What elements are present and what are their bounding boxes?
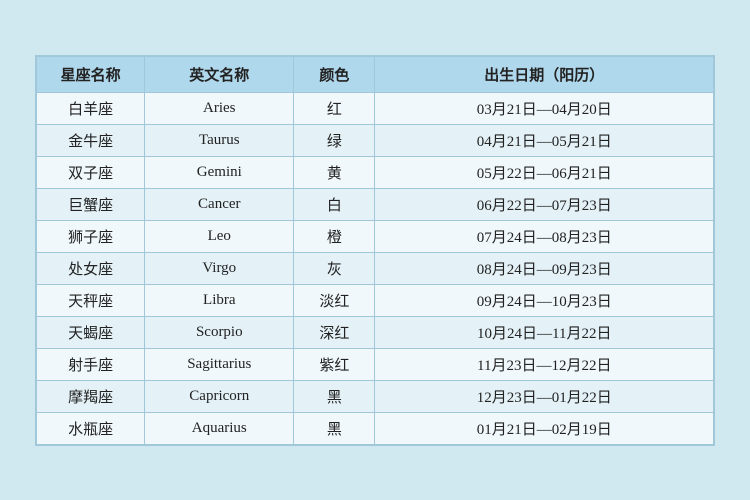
cell-date: 05月22日—06月21日 bbox=[375, 156, 714, 188]
header-date: 出生日期（阳历） bbox=[375, 56, 714, 92]
cell-chinese: 天秤座 bbox=[37, 284, 145, 316]
cell-date: 08月24日—09月23日 bbox=[375, 252, 714, 284]
table-row: 狮子座Leo橙07月24日—08月23日 bbox=[37, 220, 714, 252]
cell-chinese: 处女座 bbox=[37, 252, 145, 284]
cell-chinese: 巨蟹座 bbox=[37, 188, 145, 220]
cell-english: Aries bbox=[145, 92, 294, 124]
cell-color: 黑 bbox=[294, 380, 375, 412]
cell-color: 橙 bbox=[294, 220, 375, 252]
table-header-row: 星座名称 英文名称 颜色 出生日期（阳历） bbox=[37, 56, 714, 92]
cell-english: Capricorn bbox=[145, 380, 294, 412]
cell-color: 白 bbox=[294, 188, 375, 220]
cell-color: 红 bbox=[294, 92, 375, 124]
cell-english: Sagittarius bbox=[145, 348, 294, 380]
header-color: 颜色 bbox=[294, 56, 375, 92]
cell-date: 12月23日—01月22日 bbox=[375, 380, 714, 412]
table-row: 摩羯座Capricorn黑12月23日—01月22日 bbox=[37, 380, 714, 412]
cell-color: 淡红 bbox=[294, 284, 375, 316]
cell-chinese: 双子座 bbox=[37, 156, 145, 188]
cell-english: Virgo bbox=[145, 252, 294, 284]
cell-date: 06月22日—07月23日 bbox=[375, 188, 714, 220]
cell-date: 07月24日—08月23日 bbox=[375, 220, 714, 252]
cell-english: Cancer bbox=[145, 188, 294, 220]
cell-color: 黑 bbox=[294, 412, 375, 444]
table-row: 射手座Sagittarius紫红11月23日—12月22日 bbox=[37, 348, 714, 380]
table-row: 天蝎座Scorpio深红10月24日—11月22日 bbox=[37, 316, 714, 348]
cell-color: 紫红 bbox=[294, 348, 375, 380]
cell-date: 01月21日—02月19日 bbox=[375, 412, 714, 444]
cell-english: Scorpio bbox=[145, 316, 294, 348]
table-row: 处女座Virgo灰08月24日—09月23日 bbox=[37, 252, 714, 284]
cell-date: 04月21日—05月21日 bbox=[375, 124, 714, 156]
cell-chinese: 射手座 bbox=[37, 348, 145, 380]
cell-english: Libra bbox=[145, 284, 294, 316]
cell-chinese: 白羊座 bbox=[37, 92, 145, 124]
table-row: 天秤座Libra淡红09月24日—10月23日 bbox=[37, 284, 714, 316]
table-row: 金牛座Taurus绿04月21日—05月21日 bbox=[37, 124, 714, 156]
cell-chinese: 水瓶座 bbox=[37, 412, 145, 444]
cell-date: 03月21日—04月20日 bbox=[375, 92, 714, 124]
cell-english: Leo bbox=[145, 220, 294, 252]
cell-color: 灰 bbox=[294, 252, 375, 284]
table-row: 双子座Gemini黄05月22日—06月21日 bbox=[37, 156, 714, 188]
header-chinese: 星座名称 bbox=[37, 56, 145, 92]
cell-english: Aquarius bbox=[145, 412, 294, 444]
zodiac-table-container: 星座名称 英文名称 颜色 出生日期（阳历） 白羊座Aries红03月21日—04… bbox=[35, 55, 715, 446]
table-row: 白羊座Aries红03月21日—04月20日 bbox=[37, 92, 714, 124]
cell-color: 深红 bbox=[294, 316, 375, 348]
table-row: 巨蟹座Cancer白06月22日—07月23日 bbox=[37, 188, 714, 220]
cell-date: 11月23日—12月22日 bbox=[375, 348, 714, 380]
cell-english: Gemini bbox=[145, 156, 294, 188]
cell-chinese: 摩羯座 bbox=[37, 380, 145, 412]
cell-english: Taurus bbox=[145, 124, 294, 156]
cell-chinese: 天蝎座 bbox=[37, 316, 145, 348]
cell-color: 黄 bbox=[294, 156, 375, 188]
cell-chinese: 狮子座 bbox=[37, 220, 145, 252]
zodiac-table: 星座名称 英文名称 颜色 出生日期（阳历） 白羊座Aries红03月21日—04… bbox=[36, 56, 714, 445]
cell-chinese: 金牛座 bbox=[37, 124, 145, 156]
header-english: 英文名称 bbox=[145, 56, 294, 92]
cell-date: 10月24日—11月22日 bbox=[375, 316, 714, 348]
table-row: 水瓶座Aquarius黑01月21日—02月19日 bbox=[37, 412, 714, 444]
cell-date: 09月24日—10月23日 bbox=[375, 284, 714, 316]
cell-color: 绿 bbox=[294, 124, 375, 156]
